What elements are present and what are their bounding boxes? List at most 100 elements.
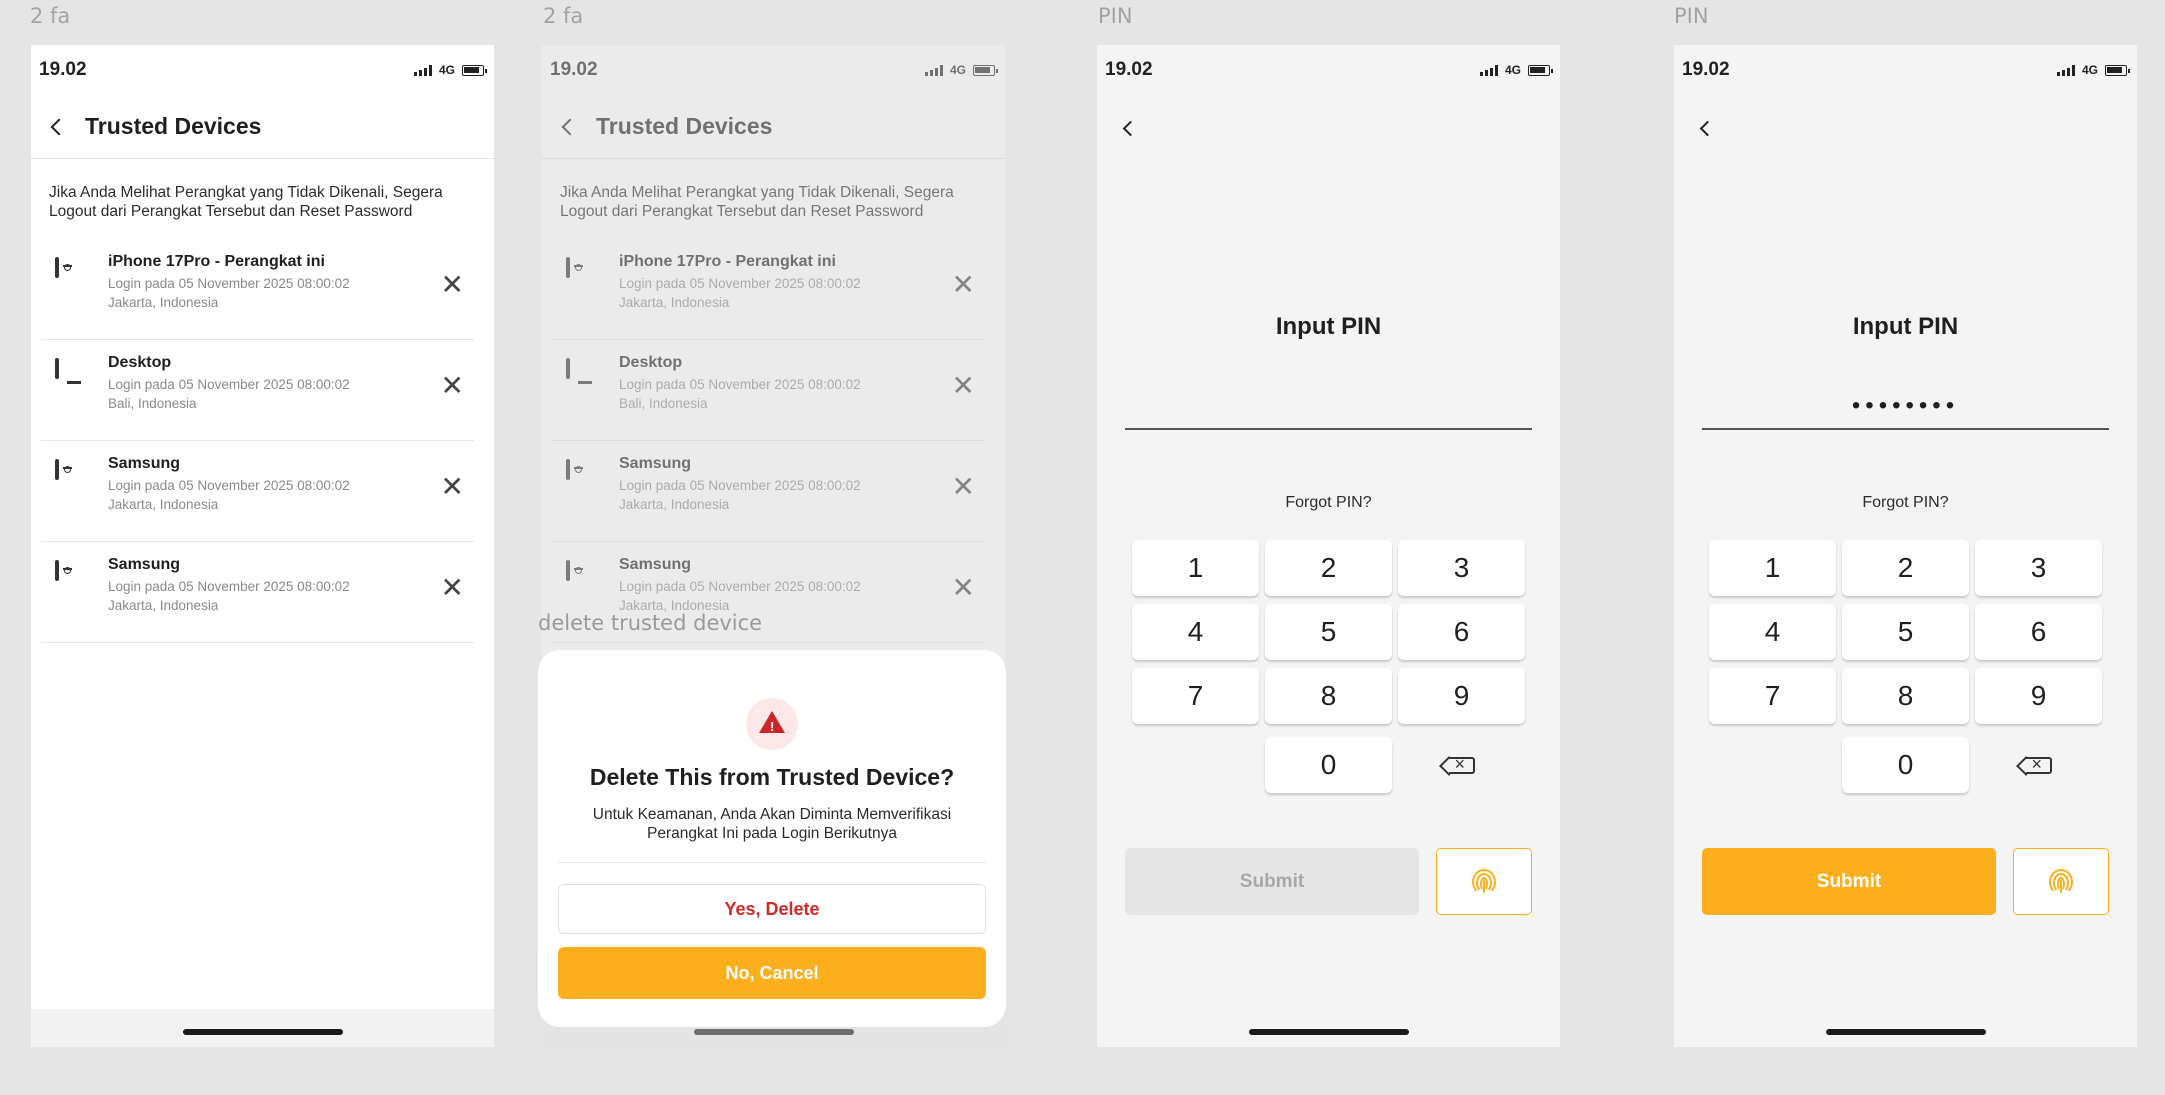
nav-header: Trusted Devices (31, 95, 494, 159)
warning-icon: ! (746, 698, 798, 750)
backspace-icon (1448, 754, 1475, 775)
key-0[interactable]: 0 (1842, 737, 1969, 793)
status-bar: 19.02 4G (31, 45, 494, 95)
fingerprint-icon (1472, 868, 1496, 895)
pin-input-field[interactable] (1125, 428, 1532, 430)
home-indicator[interactable] (1825, 1029, 1986, 1035)
frame-label-pin-filled: PIN (1674, 4, 1709, 28)
device-item: Samsung Login pada 05 November 2025 08:0… (41, 542, 474, 643)
yes-delete-button[interactable]: Yes, Delete (558, 884, 986, 934)
security-notice: Jika Anda Melihat Perangkat yang Tidak D… (49, 184, 443, 220)
signal-icon (413, 64, 432, 76)
dialog-divider (558, 862, 986, 863)
pin-title: Input PIN (1275, 313, 1382, 340)
backspace-key[interactable] (1975, 737, 2102, 793)
device-meta: Login pada 05 November 2025 08:00:02 Jaka… (108, 476, 350, 514)
key-3[interactable]: 3 (1398, 540, 1525, 596)
battery-icon (2105, 64, 2130, 76)
status-time: 19.02 (1682, 59, 1730, 80)
device-name: Samsung (108, 556, 181, 573)
close-icon[interactable]: ✕ (441, 574, 464, 602)
forgot-pin-link[interactable]: Forgot PIN? (1674, 494, 2137, 512)
pin-title: Input PIN (1852, 313, 1959, 340)
device-item: Desktop Login pada 05 November 2025 08:0… (41, 340, 474, 441)
key-2[interactable]: 2 (1842, 540, 1969, 596)
phone-icon (55, 257, 59, 278)
device-meta: Login pada 05 November 2025 08:00:02 Bali… (108, 375, 350, 413)
backspace-key[interactable] (1398, 737, 1525, 793)
status-time: 19.02 (39, 59, 87, 80)
no-cancel-button[interactable]: No, Cancel (558, 947, 986, 999)
close-icon[interactable]: ✕ (441, 372, 464, 400)
key-8[interactable]: 8 (1842, 668, 1969, 724)
device-location: Jakarta, Indonesia (108, 598, 219, 613)
status-indicators: 4G (413, 63, 487, 77)
device-meta: Login pada 05 November 2025 08:00:02 Jaka… (108, 274, 350, 312)
pin-masked-value: •••••••• (1851, 392, 1960, 419)
forgot-pin-link[interactable]: Forgot PIN? (1097, 494, 1560, 512)
back-icon[interactable] (1122, 120, 1139, 137)
key-6[interactable]: 6 (1398, 604, 1525, 660)
fingerprint-button[interactable] (1436, 848, 1532, 915)
back-icon[interactable] (50, 118, 68, 135)
dialog-frame-label: delete trusted device (538, 611, 763, 635)
key-5[interactable]: 5 (1842, 604, 1969, 660)
key-1[interactable]: 1 (1132, 540, 1259, 596)
key-2[interactable]: 2 (1265, 540, 1392, 596)
status-bar: 19.02 4G (1674, 45, 2137, 95)
home-indicator[interactable] (182, 1029, 343, 1035)
device-location: Jakarta, Indonesia (108, 295, 219, 310)
pin-input-field[interactable] (1702, 428, 2109, 430)
home-indicator[interactable] (1248, 1029, 1409, 1035)
key-4[interactable]: 4 (1709, 604, 1836, 660)
status-bar: 19.02 4G (1097, 45, 1560, 95)
status-time: 19.02 (1105, 59, 1153, 80)
close-icon[interactable]: ✕ (441, 473, 464, 501)
submit-button[interactable]: Submit (1125, 848, 1419, 915)
network-label: 4G (438, 63, 455, 77)
input-pin-filled-screen: 19.02 4G Input PIN •••••••• Forgot PIN? … (1674, 45, 2137, 1047)
trusted-devices-screen: 19.02 4G Trusted Devices Jika Anda Melih… (31, 45, 494, 1047)
device-login: Login pada 05 November 2025 08:00:02 (108, 579, 350, 594)
device-location: Bali, Indonesia (108, 396, 197, 411)
device-login: Login pada 05 November 2025 08:00:02 (108, 478, 350, 493)
status-indicators: 4G (1479, 63, 1553, 77)
back-icon[interactable] (1699, 120, 1716, 137)
device-name: Desktop (108, 354, 172, 371)
delete-device-dialog: ! Delete This from Trusted Device? Untuk… (538, 650, 1006, 1027)
device-item: Samsung Login pada 05 November 2025 08:0… (41, 441, 474, 542)
key-4[interactable]: 4 (1132, 604, 1259, 660)
battery-icon (1528, 64, 1553, 76)
key-1[interactable]: 1 (1709, 540, 1836, 596)
key-0[interactable]: 0 (1265, 737, 1392, 793)
key-7[interactable]: 7 (1132, 668, 1259, 724)
key-9[interactable]: 9 (1975, 668, 2102, 724)
key-9[interactable]: 9 (1398, 668, 1525, 724)
key-6[interactable]: 6 (1975, 604, 2102, 660)
signal-icon (2056, 64, 2075, 76)
frame-label-2fa: 2 fa (30, 4, 71, 28)
device-meta: Login pada 05 November 2025 08:00:02 Jaka… (108, 577, 350, 615)
key-5[interactable]: 5 (1265, 604, 1392, 660)
frame-label-2fa-dialog: 2 fa (543, 4, 584, 28)
signal-icon (1479, 64, 1498, 76)
status-indicators: 4G (2056, 63, 2130, 77)
close-icon[interactable]: ✕ (441, 271, 464, 299)
key-8[interactable]: 8 (1265, 668, 1392, 724)
device-login: Login pada 05 November 2025 08:00:02 (108, 377, 350, 392)
home-indicator-area (31, 1009, 494, 1047)
key-7[interactable]: 7 (1709, 668, 1836, 724)
battery-icon (462, 64, 487, 76)
page-title: Trusted Devices (85, 113, 262, 139)
network-label: 4G (1504, 63, 1521, 77)
device-location: Jakarta, Indonesia (108, 497, 219, 512)
frame-label-pin: PIN (1098, 4, 1133, 28)
key-3[interactable]: 3 (1975, 540, 2102, 596)
backspace-icon (2025, 754, 2052, 775)
input-pin-screen: 19.02 4G Input PIN Forgot PIN? 1 2 3 4 5… (1097, 45, 1560, 1047)
dialog-title: Delete This from Trusted Device? (589, 764, 955, 790)
device-login: Login pada 05 November 2025 08:00:02 (108, 276, 350, 291)
fingerprint-button[interactable] (2013, 848, 2109, 915)
submit-button[interactable]: Submit (1702, 848, 1996, 915)
phone-icon (55, 459, 59, 480)
